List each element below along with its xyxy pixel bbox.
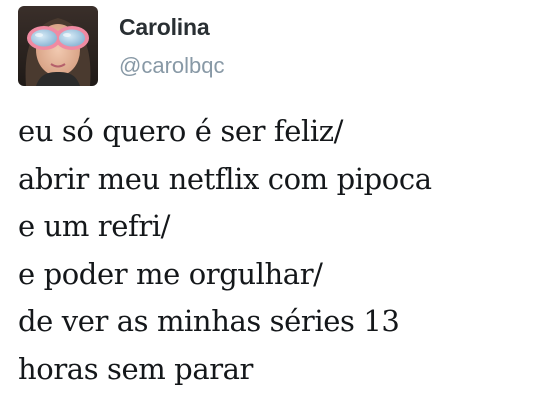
- tweet-header: Carolina @carolbqc: [18, 6, 225, 86]
- tweet-text: eu só quero é ser feliz/ abrir meu netfl…: [18, 108, 533, 393]
- avatar[interactable]: [18, 6, 98, 86]
- tweet-text-line: e um refri/: [18, 209, 171, 243]
- tweet-text-line: eu só quero é ser feliz/: [18, 114, 343, 148]
- avatar-image: [18, 6, 98, 86]
- author-info: Carolina @carolbqc: [119, 14, 225, 79]
- author-handle[interactable]: @carolbqc: [119, 53, 225, 79]
- tweet-text-line: e poder me orgulhar/: [18, 256, 323, 291]
- tweet-card: Carolina @carolbqc eu só quero é ser fel…: [0, 0, 540, 407]
- tweet-text-line: horas sem parar: [18, 351, 254, 386]
- tweet-text-line: abrir meu netflix com pipoca: [18, 161, 432, 196]
- tweet-text-line: de ver as minhas séries 13: [18, 304, 400, 338]
- author-display-name[interactable]: Carolina: [119, 14, 225, 40]
